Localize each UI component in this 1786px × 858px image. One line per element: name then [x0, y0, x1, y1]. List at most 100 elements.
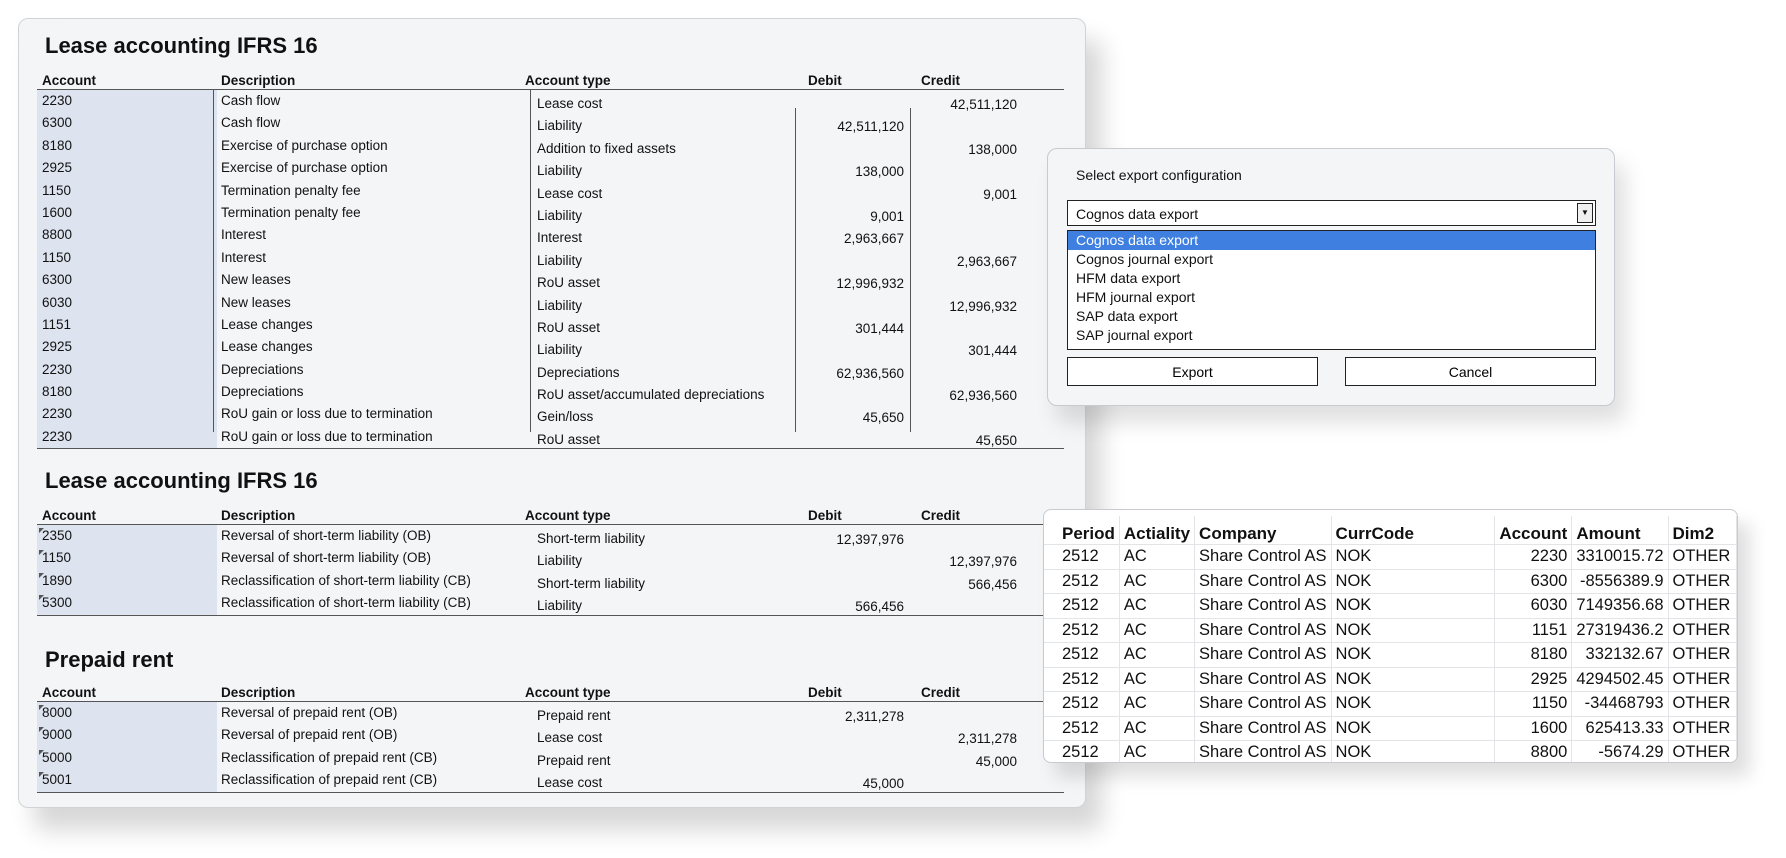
- amount-cell[interactable]: -34468793: [1571, 691, 1669, 716]
- account-cell: 1151: [42, 316, 72, 332]
- chevron-down-icon[interactable]: ▼: [1577, 203, 1593, 223]
- period-cell[interactable]: 2512: [1044, 593, 1120, 618]
- section-title: Lease accounting IFRS 16: [45, 468, 318, 493]
- currcode-cell[interactable]: NOK: [1331, 617, 1496, 643]
- description-cell: Depreciations: [221, 361, 304, 377]
- period-cell[interactable]: 2512: [1044, 715, 1120, 741]
- description-cell: Termination penalty fee: [221, 204, 361, 220]
- dim2-cell[interactable]: OTHER: [1668, 617, 1737, 643]
- company-cell[interactable]: Share Control AS: [1194, 544, 1332, 569]
- dialog-label: Select export configuration: [1076, 167, 1242, 183]
- export-option[interactable]: HFM data export: [1068, 269, 1595, 288]
- amount-cell[interactable]: 625413.33: [1571, 715, 1669, 741]
- description-cell: Lease changes: [221, 339, 313, 355]
- currcode-cell[interactable]: NOK: [1331, 642, 1496, 667]
- company-cell[interactable]: Share Control AS: [1194, 691, 1332, 716]
- export-option[interactable]: SAP journal export: [1068, 326, 1595, 345]
- actiality-cell[interactable]: AC: [1119, 593, 1196, 618]
- currcode-cell[interactable]: NOK: [1331, 544, 1496, 569]
- amount-cell[interactable]: 332132.67: [1571, 642, 1669, 667]
- account-type-cell: Addition to fixed assets: [537, 140, 676, 156]
- dim2-cell[interactable]: OTHER: [1668, 568, 1737, 594]
- period-cell[interactable]: 2512: [1044, 617, 1120, 643]
- credit-cell: 301,444: [968, 343, 1017, 359]
- currcode-cell[interactable]: NOK: [1331, 568, 1496, 594]
- period-cell[interactable]: 2512: [1044, 740, 1120, 762]
- header-credit: Credit: [921, 685, 961, 700]
- currcode-cell[interactable]: NOK: [1331, 691, 1496, 716]
- actiality-cell[interactable]: AC: [1119, 617, 1196, 643]
- actiality-cell[interactable]: AC: [1119, 715, 1196, 741]
- amount-cell[interactable]: 4294502.45: [1571, 666, 1669, 692]
- amount-cell[interactable]: 7149356.68: [1571, 593, 1669, 618]
- dim2-cell[interactable]: OTHER: [1668, 715, 1737, 741]
- cancel-button[interactable]: Cancel: [1345, 357, 1596, 386]
- account-cell[interactable]: 8800: [1494, 740, 1573, 762]
- actiality-cell[interactable]: AC: [1119, 568, 1196, 594]
- period-cell[interactable]: 2512: [1044, 568, 1120, 594]
- ledger-row: 1150 Reversal of short-term liability (OB…: [37, 547, 1064, 569]
- account-type-cell: Short-term liability: [537, 575, 646, 591]
- dim2-cell[interactable]: OTHER: [1668, 691, 1737, 716]
- dim2-cell[interactable]: OTHER: [1668, 593, 1737, 618]
- account-cell[interactable]: 1151: [1494, 617, 1573, 643]
- period-cell[interactable]: 2512: [1044, 666, 1120, 692]
- debit-cell: 301,444: [855, 320, 904, 336]
- period-cell[interactable]: 2512: [1044, 691, 1120, 716]
- account-cell: 2350: [42, 528, 73, 543]
- actiality-cell[interactable]: AC: [1119, 642, 1196, 667]
- period-cell[interactable]: 2512: [1044, 642, 1120, 667]
- account-cell[interactable]: 2925: [1494, 666, 1573, 692]
- dim2-cell[interactable]: OTHER: [1668, 740, 1737, 762]
- credit-cell: 45,000: [975, 753, 1017, 769]
- company-cell[interactable]: Share Control AS: [1194, 740, 1332, 762]
- amount-cell[interactable]: -5674.29: [1571, 740, 1669, 762]
- company-cell[interactable]: Share Control AS: [1194, 715, 1332, 741]
- currcode-cell[interactable]: NOK: [1331, 715, 1496, 741]
- account-cell: 9000: [42, 727, 73, 743]
- export-option[interactable]: SAP data export: [1068, 307, 1595, 326]
- account-cell[interactable]: 1600: [1494, 715, 1573, 741]
- amount-cell[interactable]: 27319436.2: [1571, 617, 1669, 643]
- account-type-cell: Liability: [537, 163, 583, 179]
- account-cell[interactable]: 6030: [1494, 593, 1573, 618]
- col-account: Account: [1494, 516, 1573, 545]
- currcode-cell[interactable]: NOK: [1331, 593, 1496, 618]
- period-cell[interactable]: 2512: [1044, 544, 1120, 569]
- currcode-cell[interactable]: NOK: [1331, 666, 1496, 692]
- company-cell[interactable]: Share Control AS: [1194, 642, 1332, 667]
- export-config-listbox[interactable]: Cognos data export Cognos journal export H…: [1067, 230, 1596, 350]
- company-cell[interactable]: Share Control AS: [1194, 593, 1332, 618]
- account-cell[interactable]: 8180: [1494, 642, 1573, 667]
- export-option[interactable]: HFM journal export: [1068, 288, 1595, 307]
- export-option[interactable]: Cognos journal export: [1068, 250, 1595, 269]
- credit-cell: 2,963,667: [956, 253, 1017, 269]
- export-button[interactable]: Export: [1067, 357, 1318, 386]
- amount-cell[interactable]: -8556389.9: [1571, 568, 1669, 594]
- account-cell[interactable]: 6300: [1494, 568, 1573, 594]
- amount-cell[interactable]: 3310015.72: [1571, 544, 1669, 569]
- description-cell: Reversal of short-term liability (OB): [221, 528, 432, 543]
- currcode-cell[interactable]: NOK: [1331, 740, 1496, 762]
- actiality-cell[interactable]: AC: [1119, 691, 1196, 716]
- company-cell[interactable]: Share Control AS: [1194, 666, 1332, 692]
- account-cell[interactable]: 1150: [1494, 691, 1573, 716]
- company-cell[interactable]: Share Control AS: [1194, 617, 1332, 643]
- dim2-cell[interactable]: OTHER: [1668, 544, 1737, 569]
- account-type-cell: Lease cost: [537, 730, 603, 746]
- actiality-cell[interactable]: AC: [1119, 544, 1196, 569]
- actiality-cell[interactable]: AC: [1119, 740, 1196, 762]
- dim2-cell[interactable]: OTHER: [1668, 666, 1737, 692]
- dim2-cell[interactable]: OTHER: [1668, 642, 1737, 667]
- actiality-cell[interactable]: AC: [1119, 666, 1196, 692]
- debit-divider: [795, 108, 796, 433]
- company-cell[interactable]: Share Control AS: [1194, 568, 1332, 594]
- account-cell[interactable]: 2230: [1494, 544, 1573, 569]
- export-option[interactable]: Cognos data export: [1068, 231, 1595, 250]
- credit-cell: 566,456: [968, 576, 1017, 592]
- header-debit: Debit: [808, 685, 842, 700]
- export-config-select[interactable]: Cognos data export ▼: [1067, 200, 1596, 226]
- debit-cell: 2,311,278: [844, 709, 904, 724]
- account-cell: 2230: [42, 428, 73, 444]
- debit-cell: 62,936,560: [836, 365, 904, 381]
